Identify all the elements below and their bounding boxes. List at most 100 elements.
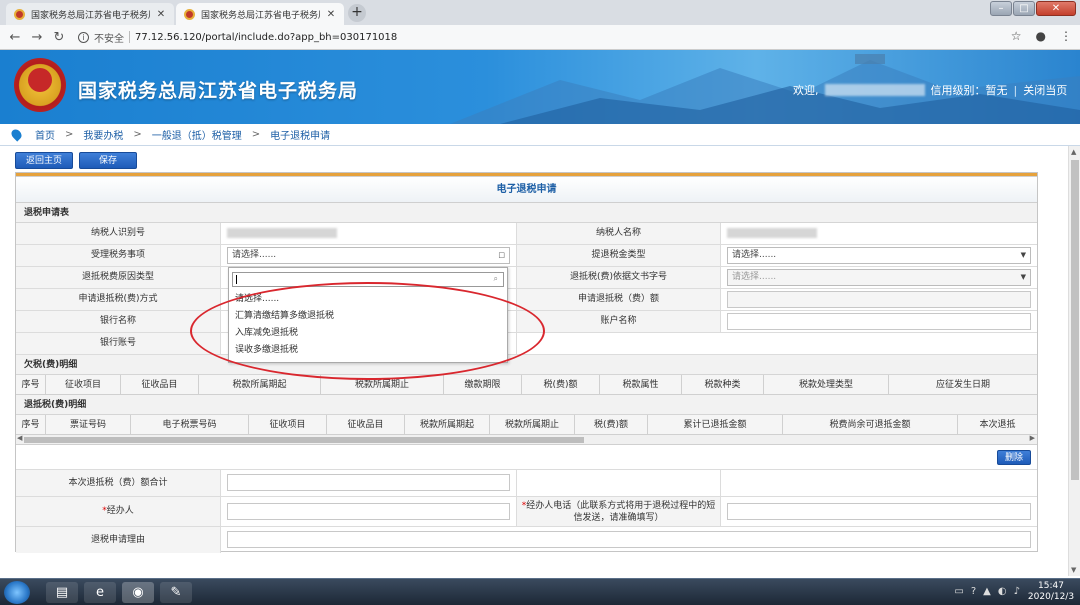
url-field[interactable]: i 不安全 77.12.56.120/portal/include.do?app… xyxy=(78,28,1038,47)
browser-tab-1[interactable]: 国家税务总局江苏省电子税务局 ✕ xyxy=(6,3,174,25)
keyboard-icon[interactable]: ▭ xyxy=(954,586,963,597)
scroll-thumb[interactable] xyxy=(24,437,584,443)
breadcrumb-separator: > xyxy=(65,129,74,140)
new-tab-button[interactable]: + xyxy=(348,4,366,22)
volume-icon[interactable]: ♪ xyxy=(1014,586,1020,597)
table-horizontal-scrollbar[interactable]: ◀ ▶ xyxy=(16,434,1037,445)
search-icon: ⌕ xyxy=(493,274,498,283)
field-label: 申请退抵税（费）额 xyxy=(517,289,721,310)
form-row-agent: *经办人 *经办人电话（此联系方式将用于退税过程中的短信发送，请准确填写） xyxy=(16,496,1037,526)
account-name-input[interactable] xyxy=(727,313,1031,330)
browser-tab-2[interactable]: 国家税务总局江苏省电子税务局 ✕ xyxy=(176,3,344,25)
breadcrumb-home[interactable]: 首页 xyxy=(35,127,55,142)
dropdown-option[interactable]: 汇算清缴结算多缴退抵税 xyxy=(229,308,507,325)
scroll-down-icon[interactable]: ▼ xyxy=(1071,566,1076,574)
maximize-icon[interactable]: □ xyxy=(1013,1,1035,16)
column-header: 税款属性 xyxy=(600,375,682,394)
chrome-icon[interactable]: ◉ xyxy=(122,582,154,603)
refund-type-select[interactable]: 请选择...... ▼ xyxy=(727,247,1031,264)
field-cell: 请选择...... ▼ xyxy=(721,267,1037,288)
scroll-thumb[interactable] xyxy=(1071,160,1079,480)
close-window-icon[interactable]: ✕ xyxy=(1036,1,1076,16)
field-cell xyxy=(221,497,517,526)
column-header: 缴款期限 xyxy=(444,375,522,394)
column-header: 税(费)额 xyxy=(522,375,600,394)
field-label: 退抵税(费)依据文书字号 xyxy=(517,267,721,288)
phone-label-text: 经办人电话（此联系方式将用于退税过程中的短信发送，请准确填写） xyxy=(526,500,716,523)
total-amount-input[interactable] xyxy=(227,474,510,491)
refund-reason-input[interactable] xyxy=(227,531,1031,548)
column-header: 税费尚余可退抵金额 xyxy=(783,415,958,434)
tax-matter-select[interactable]: 请选择...... □ xyxy=(227,247,510,264)
dropdown-option[interactable]: 入库减免退抵税 xyxy=(229,325,507,342)
chevron-down-icon: ▼ xyxy=(1020,251,1026,259)
field-label: 申请退抵税(费)方式 xyxy=(16,289,221,310)
windows-taskbar: ▤ e ◉ ✎ ▭ ? ▲ ◐ ♪ 15:47 2020/12/3 xyxy=(0,578,1080,605)
column-header: 序号 xyxy=(16,375,46,394)
field-label: 账户名称 xyxy=(517,311,721,332)
national-emblem-logo xyxy=(14,58,66,112)
delete-button[interactable]: 删除 xyxy=(997,450,1031,465)
refund-amount-input[interactable] xyxy=(727,291,1031,308)
profile-icon[interactable]: ● xyxy=(1036,29,1046,43)
taskbar-clock[interactable]: 15:47 2020/12/3 xyxy=(1026,581,1076,603)
dropdown-search-input[interactable]: ⌕ xyxy=(232,272,504,287)
network-icon[interactable]: ◐ xyxy=(998,586,1007,597)
refund-table-header: 序号 票证号码 电子税票号码 征收项目 征收品目 税款所属期起 税款所属期止 税… xyxy=(16,415,1037,435)
browser-tab-bar: 国家税务总局江苏省电子税务局 ✕ 国家税务总局江苏省电子税务局 ✕ + – □ … xyxy=(0,0,1080,25)
table-actions: 删除 xyxy=(16,445,1037,469)
select-value: 请选择...... xyxy=(732,272,777,282)
column-header: 税款所属期止 xyxy=(490,415,575,434)
scroll-up-icon[interactable]: ▲ xyxy=(1071,148,1076,156)
chevron-down-icon: ▼ xyxy=(1020,273,1026,281)
info-icon[interactable]: i xyxy=(78,31,89,43)
back-icon[interactable]: ← xyxy=(4,30,26,45)
user-welcome: 欢迎, 信用级别：暂无 | 关闭当页 xyxy=(793,82,1067,98)
system-tray: ▭ ? ▲ ◐ ♪ xyxy=(954,586,1020,597)
column-header: 征收品目 xyxy=(121,375,199,394)
form-row-reason: 退税申请理由 xyxy=(16,526,1037,553)
paint-icon[interactable]: ✎ xyxy=(160,582,192,603)
column-header: 应征发生日期 xyxy=(935,380,990,390)
back-home-button[interactable]: 返回主页 xyxy=(15,152,74,169)
location-pin-icon xyxy=(9,127,24,142)
menu-icon[interactable]: ⋮ xyxy=(1060,29,1072,43)
help-icon[interactable]: ? xyxy=(971,586,976,597)
dropdown-option[interactable]: 误收多缴退抵税 xyxy=(229,342,507,359)
clock-time: 15:47 xyxy=(1038,581,1064,591)
forward-icon[interactable]: → xyxy=(26,30,48,45)
field-label: 纳税人名称 xyxy=(517,223,721,244)
scroll-right-icon[interactable]: ▶ xyxy=(1030,434,1035,442)
close-page-link[interactable]: 关闭当页 xyxy=(1023,82,1067,98)
reload-icon[interactable]: ↻ xyxy=(48,30,70,45)
scroll-left-icon[interactable]: ◀ xyxy=(17,434,22,442)
section-header-main: 退税申请表 xyxy=(16,203,1037,223)
breadcrumb-tax[interactable]: 我要办税 xyxy=(83,127,123,142)
document-number-select[interactable]: 请选择...... ▼ xyxy=(727,269,1031,286)
close-tab-icon[interactable]: ✕ xyxy=(326,9,336,20)
agent-input[interactable] xyxy=(227,503,510,520)
save-button[interactable]: 保存 xyxy=(79,152,138,169)
field-label: 提退税金类型 xyxy=(517,245,721,266)
field-cell: 请选择...... ▼ xyxy=(721,245,1037,266)
start-button-icon[interactable] xyxy=(4,581,30,604)
section-header-refund: 退抵税(费)明细 xyxy=(16,395,1037,415)
column-header: 税款所属期止 xyxy=(321,375,444,394)
agent-phone-input[interactable] xyxy=(727,503,1031,520)
field-label: 本次退抵税（费）额合计 xyxy=(16,470,221,496)
field-cell xyxy=(517,333,1037,354)
site-title: 国家税务总局江苏省电子税务局 xyxy=(78,80,359,102)
minimize-icon[interactable]: – xyxy=(990,1,1012,16)
file-explorer-icon[interactable]: ▤ xyxy=(46,582,78,603)
close-tab-icon[interactable]: ✕ xyxy=(156,9,166,20)
tray-expand-icon[interactable]: ▲ xyxy=(983,586,991,597)
breadcrumb-refund-mgmt[interactable]: 一般退（抵）税管理 xyxy=(152,127,242,142)
url-text: 77.12.56.120/portal/include.do?app_bh=03… xyxy=(135,31,398,43)
page-vertical-scrollbar[interactable]: ▲ ▼ xyxy=(1068,146,1080,576)
dropdown-option[interactable]: 请选择...... xyxy=(229,291,507,308)
select-value: 请选择...... xyxy=(732,250,777,260)
bookmark-star-icon[interactable]: ☆ xyxy=(1011,29,1022,43)
field-label: *经办人电话（此联系方式将用于退税过程中的短信发送，请准确填写） xyxy=(517,497,721,526)
internet-explorer-icon[interactable]: e xyxy=(84,582,116,603)
divider xyxy=(129,31,130,43)
